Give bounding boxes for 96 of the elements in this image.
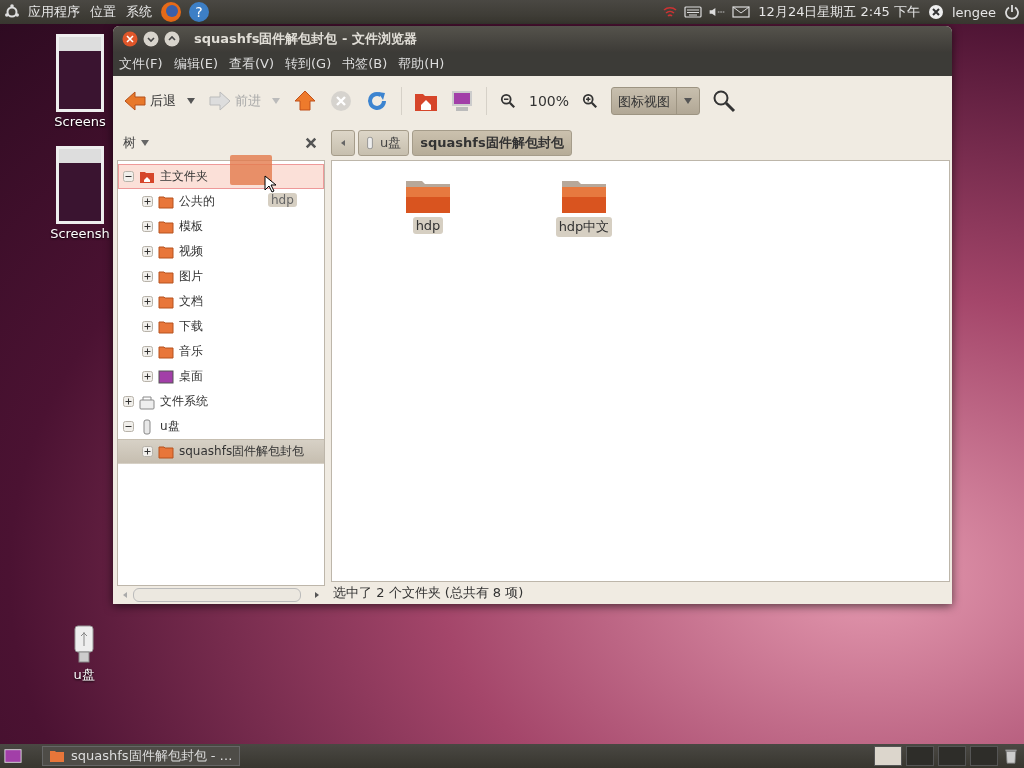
tree-item[interactable]: squashfs固件解包封包 <box>142 443 305 460</box>
up-arrow-icon[interactable] <box>293 89 317 113</box>
desktop-icon-label[interactable]: Screensh <box>50 226 110 241</box>
expander-icon[interactable] <box>142 246 153 257</box>
scroll-right-icon[interactable] <box>313 591 321 599</box>
folder-icon <box>158 343 174 360</box>
minimize-icon[interactable] <box>143 31 159 47</box>
folder-icon <box>158 268 174 285</box>
ubuntu-logo-icon[interactable] <box>4 4 20 20</box>
tree-item[interactable]: 模板 <box>142 218 203 235</box>
desktop-icon-label[interactable]: u盘 <box>73 666 95 684</box>
expander-icon[interactable] <box>142 446 153 457</box>
tree-item[interactable]: 文档 <box>142 293 203 310</box>
expander-icon[interactable] <box>142 196 153 207</box>
left-arrow-icon[interactable] <box>339 139 347 147</box>
desktop-icon <box>158 368 174 385</box>
panel-menu[interactable]: 系统 <box>126 3 152 21</box>
help-icon[interactable]: ? <box>188 1 210 23</box>
sidebar-mode-dropdown[interactable]: 树 <box>123 134 136 152</box>
view-dropdown[interactable]: 图标视图 <box>611 87 701 115</box>
tree-item[interactable]: u盘 <box>123 418 180 435</box>
folder-icon <box>158 318 174 335</box>
menu-item[interactable]: 编辑(E) <box>173 55 218 73</box>
expander-icon[interactable] <box>142 371 153 382</box>
folder-icon <box>49 748 65 764</box>
drag-label-tooltip: hdp <box>268 193 297 207</box>
caret-icon[interactable] <box>140 138 150 148</box>
desktop-icon-label[interactable]: Screens <box>54 114 106 129</box>
workspace-switcher[interactable] <box>938 746 966 766</box>
tree-item[interactable]: 下载 <box>142 318 203 335</box>
tree-item[interactable]: 文件系统 <box>123 393 208 410</box>
path-button[interactable]: squashfs固件解包封包 <box>412 130 572 156</box>
back-button[interactable]: 后退 <box>123 89 176 113</box>
status-text: 选中了 2 个文件夹 (总共有 8 项) <box>332 584 525 602</box>
zoom-in-icon[interactable] <box>581 93 600 109</box>
expander-icon[interactable] <box>142 321 153 332</box>
show-desktop-icon[interactable] <box>4 748 22 764</box>
expander-icon[interactable] <box>123 396 134 407</box>
mail-icon[interactable] <box>732 4 751 20</box>
workspace-switcher[interactable] <box>906 746 934 766</box>
maximize-icon[interactable] <box>164 31 180 47</box>
expander-icon[interactable] <box>123 171 134 182</box>
folder-icon <box>158 243 174 260</box>
power-icon[interactable] <box>1004 4 1020 20</box>
tree-item[interactable]: 视频 <box>142 243 203 260</box>
menu-item[interactable]: 帮助(H) <box>398 55 445 73</box>
drive-icon <box>139 393 155 410</box>
close-icon[interactable] <box>305 137 317 149</box>
screenshot-thumbnail[interactable] <box>56 34 104 112</box>
browser-globe-icon[interactable] <box>160 1 182 23</box>
file-name[interactable]: hdp <box>412 217 444 234</box>
tree-item[interactable]: 公共的 <box>142 193 215 210</box>
folder-icon <box>158 443 174 460</box>
drag-folder-icon <box>230 155 272 185</box>
mouse-pointer-icon <box>264 175 276 193</box>
menu-item[interactable]: 转到(G) <box>285 55 332 73</box>
menu-item[interactable]: 查看(V) <box>229 55 275 73</box>
trash-icon[interactable] <box>1002 748 1020 764</box>
zoom-level: 100% <box>529 93 570 109</box>
panel-menu[interactable]: 应用程序 <box>28 3 80 21</box>
caret-icon[interactable] <box>683 96 694 106</box>
expander-icon[interactable] <box>142 271 153 282</box>
screenshot-thumbnail[interactable] <box>56 146 104 224</box>
expander-icon[interactable] <box>142 296 153 307</box>
caret-icon[interactable] <box>186 96 196 106</box>
search-icon[interactable] <box>712 89 737 113</box>
file-name[interactable]: hdp中文 <box>555 217 613 237</box>
tree-item[interactable]: 桌面 <box>142 368 203 385</box>
workspace-switcher[interactable] <box>970 746 998 766</box>
folder-icon <box>158 218 174 235</box>
window-title: squashfs固件解包封包 - 文件浏览器 <box>194 30 417 48</box>
zoom-out-icon[interactable] <box>499 93 517 109</box>
usb-drive-icon <box>366 136 374 150</box>
tree-item[interactable]: 主文件夹 <box>123 168 208 185</box>
tree-item[interactable]: 图片 <box>142 268 203 285</box>
keyboard-icon[interactable] <box>684 4 703 20</box>
back-arrow-icon[interactable] <box>123 89 147 113</box>
clock[interactable]: 12月24日星期五 2:45 下午 <box>758 3 920 21</box>
computer-icon[interactable] <box>450 89 474 113</box>
menu-item[interactable]: 文件(F) <box>119 55 163 73</box>
folder-icon <box>158 193 174 210</box>
folder-icon <box>158 293 174 310</box>
panel-menu[interactable]: 位置 <box>90 3 116 21</box>
expander-icon[interactable] <box>142 346 153 357</box>
path-button[interactable]: u盘 <box>358 130 410 156</box>
reload-icon[interactable] <box>365 89 389 113</box>
expander-icon[interactable] <box>142 221 153 232</box>
close-icon[interactable] <box>122 31 138 47</box>
workspace-switcher[interactable] <box>874 746 902 766</box>
expander-icon[interactable] <box>123 421 134 432</box>
tree-item[interactable]: 音乐 <box>142 343 203 360</box>
user-status-icon[interactable] <box>927 4 944 20</box>
usb-drive-icon[interactable] <box>72 624 96 664</box>
user-name[interactable]: lengee <box>951 4 996 20</box>
menu-item[interactable]: 书签(B) <box>342 55 388 73</box>
taskbar-window-button[interactable]: squashfs固件解包封包 - … <box>42 746 240 766</box>
